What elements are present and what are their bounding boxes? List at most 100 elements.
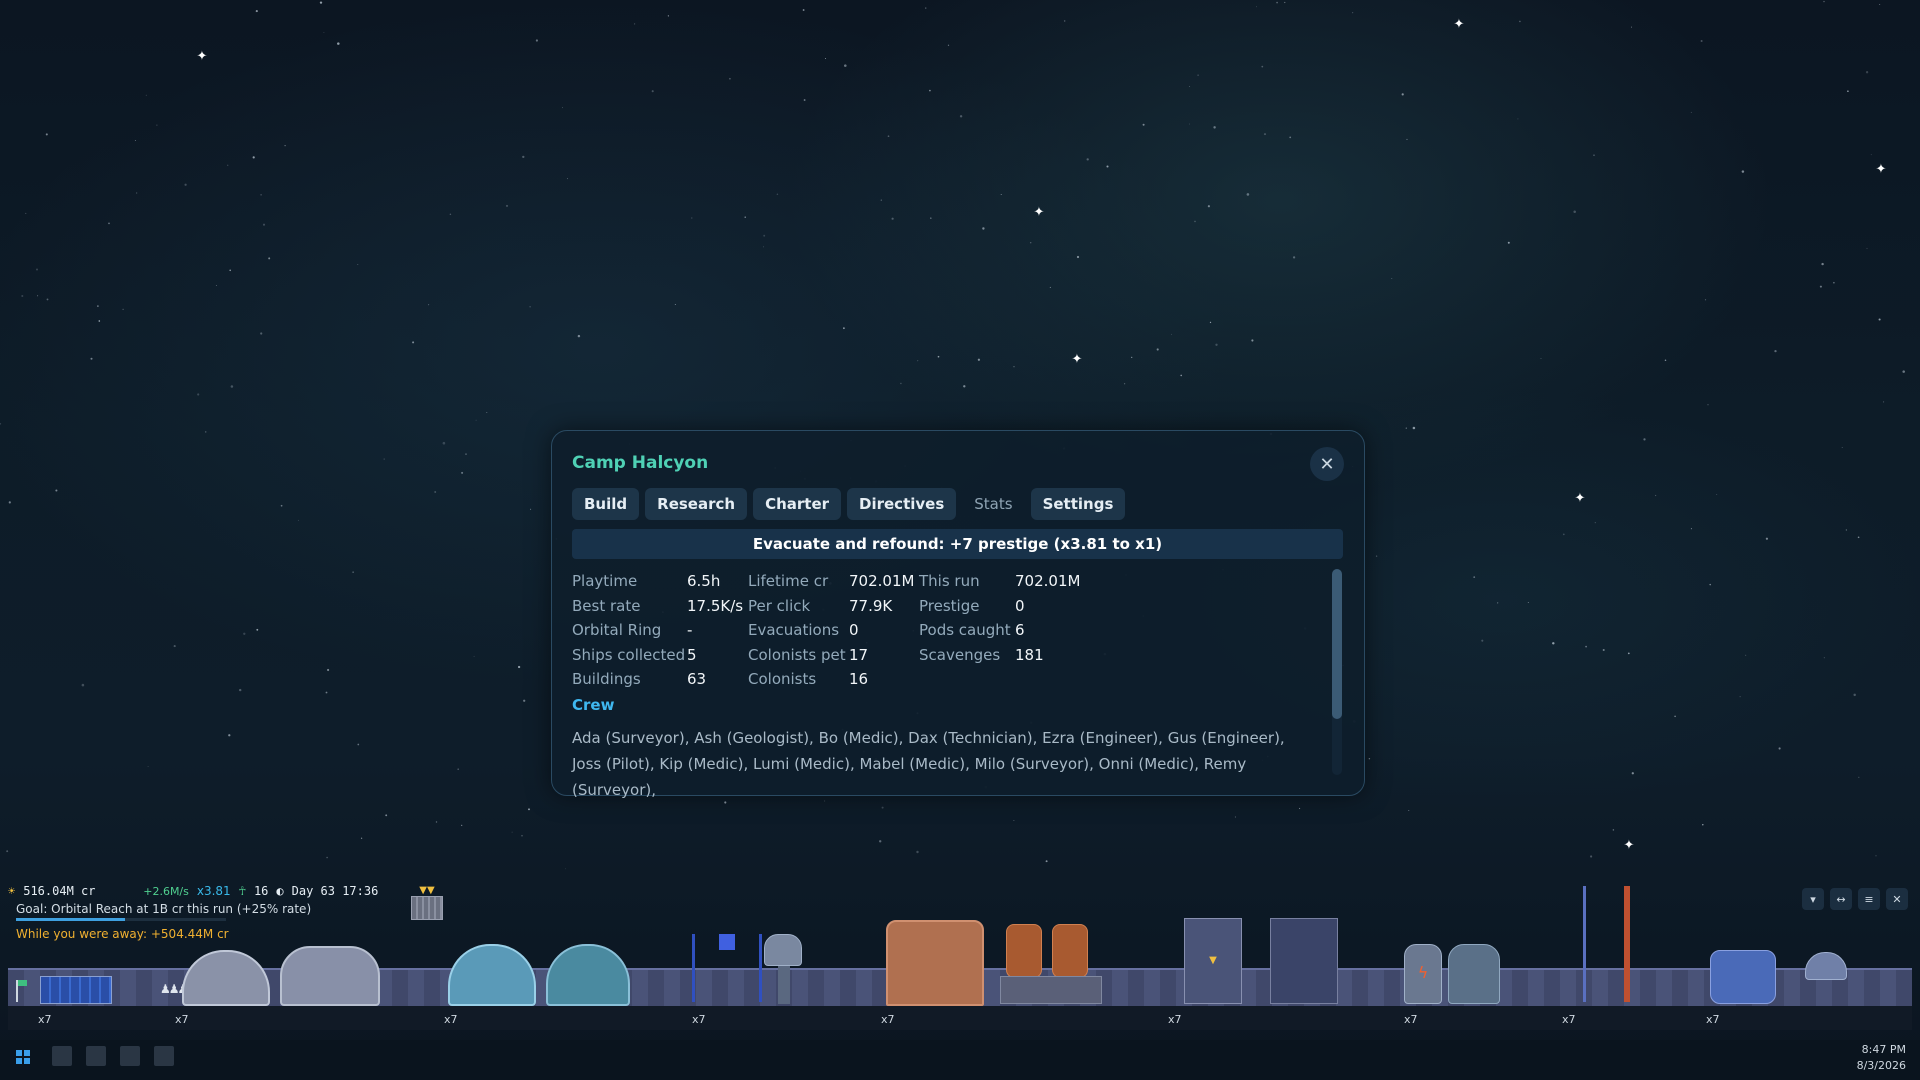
tab-build[interactable]: Build (572, 488, 640, 520)
habitat-module-building[interactable] (280, 946, 380, 1006)
star (25, 212, 27, 214)
star (449, 213, 452, 216)
star (1612, 829, 1615, 831)
stat-row: Orbital Ring - Evacuations 0 Pods caught… (572, 618, 1322, 643)
star (262, 223, 266, 226)
building-multiplier: x7 (1168, 1013, 1182, 1026)
star (1870, 154, 1872, 156)
stats-table: Playtime 6.5h Lifetime cr 702.01M This r… (572, 569, 1322, 692)
supply-crate-icon[interactable]: ▼▼ (411, 885, 443, 921)
building-multiplier: x7 (444, 1013, 458, 1026)
storage-tanks-building[interactable] (1710, 950, 1776, 1004)
tab-research[interactable]: Research (645, 488, 748, 520)
building-multiplier: x7 (175, 1013, 189, 1026)
star (1142, 123, 1145, 126)
star (1076, 255, 1080, 259)
star (486, 412, 488, 413)
tab-settings[interactable]: Settings (1030, 488, 1126, 520)
star (0, 422, 2, 425)
star (6, 850, 9, 853)
antenna-tower-building[interactable] (1562, 886, 1606, 1002)
star (577, 334, 581, 338)
star (1690, 111, 1692, 113)
star (1299, 807, 1301, 810)
evacuate-button[interactable]: Evacuate and refound: +7 prestige (x3.81… (572, 529, 1343, 559)
star (204, 431, 207, 433)
star (260, 193, 262, 196)
scrollbar-thumb[interactable] (1332, 569, 1342, 719)
habitat-dome-building[interactable] (182, 950, 270, 1006)
multiplier-value: x3.81 (196, 884, 231, 898)
star (184, 183, 187, 186)
launch-pad-building[interactable] (1270, 918, 1338, 1004)
taskbar-app-icon[interactable] (86, 1046, 106, 1066)
resize-icon: ↔ (1836, 892, 1846, 906)
star (1902, 370, 1905, 373)
drill-rig-building[interactable] (692, 934, 762, 1002)
stat-label: Pods caught (919, 621, 1011, 640)
taskbar-clock[interactable]: 8:47 PM 8/3/2026 (1857, 1040, 1906, 1074)
bright-star: ✦ (1575, 491, 1586, 506)
stat-label: Per click (748, 596, 811, 615)
bright-star: ✦ (1876, 162, 1887, 177)
launch-pad-building[interactable]: ▼ (1184, 918, 1242, 1004)
battery-building[interactable]: ϟ (1404, 944, 1442, 1004)
stat-label: Scavenges (919, 645, 1001, 664)
building-multiplier: x7 (1404, 1013, 1418, 1026)
star (326, 856, 328, 859)
hud-close-button[interactable]: ✕ (1886, 888, 1908, 910)
scrollbar[interactable] (1332, 569, 1342, 775)
sun-icon: ☀ (8, 884, 16, 898)
rover-building[interactable] (1792, 952, 1860, 1002)
star (1875, 855, 1877, 857)
star (916, 850, 919, 854)
star (1562, 533, 1565, 536)
reactor-building[interactable] (1448, 944, 1500, 1004)
water-tower-building[interactable] (764, 934, 804, 1004)
stat-label: This run (919, 572, 980, 591)
tab-charter[interactable]: Charter (753, 488, 842, 520)
taskbar-app-icon[interactable] (154, 1046, 174, 1066)
star (1847, 90, 1849, 93)
radio-tower-building[interactable] (1612, 886, 1642, 1002)
star (1045, 860, 1048, 863)
star (229, 269, 231, 272)
star (1106, 165, 1109, 168)
star (434, 491, 437, 493)
start-button[interactable] (16, 1050, 30, 1064)
star (1064, 20, 1066, 22)
star (505, 204, 509, 207)
star (1585, 645, 1587, 648)
star (230, 385, 234, 388)
star (667, 15, 670, 17)
tab-directives[interactable]: Directives (847, 488, 957, 520)
solar-panel-building[interactable] (40, 976, 112, 1004)
star (917, 360, 919, 362)
resize-button[interactable]: ↔ (1830, 888, 1852, 910)
star (1049, 286, 1051, 288)
collapse-button[interactable]: ▾ (1802, 888, 1824, 910)
close-button[interactable]: ✕ (1310, 447, 1344, 481)
clock-date: 8/3/2026 (1856, 1059, 1906, 1072)
greenhouse-dome-building[interactable] (448, 944, 536, 1006)
stat-value: 702.01M (1015, 572, 1081, 591)
star (887, 135, 890, 138)
greenhouse-dome-building[interactable] (546, 944, 630, 1006)
star (1883, 401, 1885, 403)
star (744, 216, 746, 218)
star (1841, 447, 1843, 449)
star (156, 124, 158, 126)
star (1207, 205, 1210, 208)
star (435, 821, 438, 823)
taskbar-app-icon[interactable] (52, 1046, 72, 1066)
factory-building[interactable] (886, 920, 984, 1006)
fuel-tank-building[interactable] (1000, 924, 1102, 1004)
bright-star: ✦ (1624, 838, 1635, 853)
stat-label: Lifetime cr (748, 572, 829, 591)
star (843, 327, 845, 330)
taskbar-app-icon[interactable] (120, 1046, 140, 1066)
menu-button[interactable]: ≡ (1858, 888, 1880, 910)
stat-label: Best rate (572, 596, 641, 615)
tab-stats[interactable]: Stats (962, 488, 1024, 520)
stat-label: Prestige (919, 596, 980, 615)
